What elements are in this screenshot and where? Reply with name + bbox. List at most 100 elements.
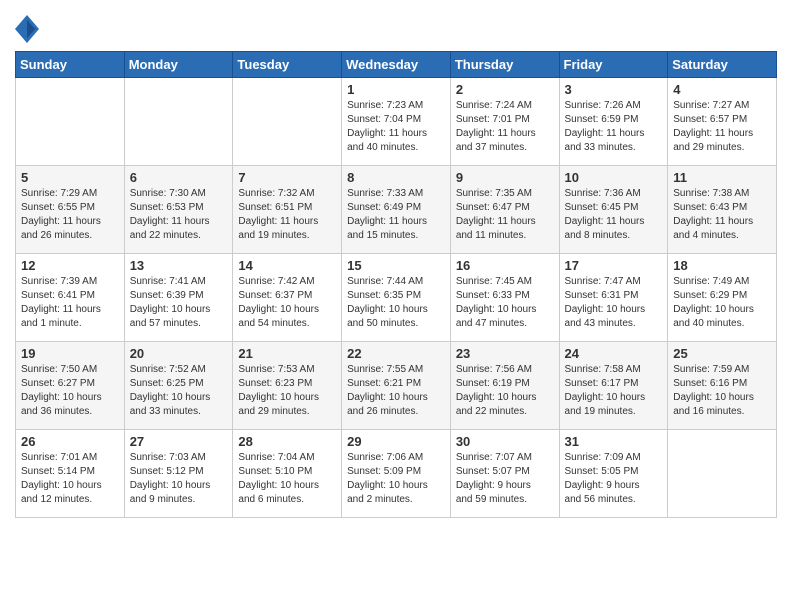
day-info: Sunrise: 7:04 AM Sunset: 5:10 PM Dayligh… [238,451,336,507]
day-number: 1 [347,82,445,97]
day-info: Sunrise: 7:47 AM Sunset: 6:31 PM Dayligh… [565,275,663,331]
day-info: Sunrise: 7:53 AM Sunset: 6:23 PM Dayligh… [238,363,336,419]
calendar-cell: 17 Sunrise: 7:47 AM Sunset: 6:31 PM Dayli… [559,254,668,342]
day-number: 16 [456,258,554,273]
calendar-cell: 24Sunrise: 7:58 AM Sunset: 6:17 PM Dayli… [559,342,668,430]
calendar-cell: 27Sunrise: 7:03 AM Sunset: 5:12 PM Dayli… [124,430,233,518]
day-number: 26 [21,434,119,449]
page: SundayMondayTuesdayWednesdayThursdayFrid… [0,0,792,612]
day-number: 22 [347,346,445,361]
day-number: 10 [565,170,663,185]
calendar-cell: 18 Sunrise: 7:49 AM Sunset: 6:29 PM Dayli… [668,254,777,342]
calendar-cell: 7 Sunrise: 7:32 AM Sunset: 6:51 PM Daylig… [233,166,342,254]
calendar-cell [233,78,342,166]
calendar-cell: 9 Sunrise: 7:35 AM Sunset: 6:47 PM Daylig… [450,166,559,254]
day-number: 15 [347,258,445,273]
calendar-cell: 29 Sunrise: 7:06 AM Sunset: 5:09 PM Dayli… [342,430,451,518]
calendar-cell: 20 Sunrise: 7:52 AM Sunset: 6:25 PM Dayli… [124,342,233,430]
week-row-2: 5 Sunrise: 7:29 AM Sunset: 6:55 PM Daylig… [16,166,777,254]
day-number: 18 [673,258,771,273]
calendar-cell: 12 Sunrise: 7:39 AM Sunset: 6:41 PM Dayli… [16,254,125,342]
calendar-table: SundayMondayTuesdayWednesdayThursdayFrid… [15,51,777,518]
day-number: 29 [347,434,445,449]
day-info: Sunrise: 7:36 AM Sunset: 6:45 PM Dayligh… [565,187,663,243]
day-number: 5 [21,170,119,185]
day-number: 25 [673,346,771,361]
day-info: Sunrise: 7:42 AM Sunset: 6:37 PM Dayligh… [238,275,336,331]
calendar-cell [668,430,777,518]
day-info: Sunrise: 7:06 AM Sunset: 5:09 PM Dayligh… [347,451,445,507]
calendar-cell: 1 Sunrise: 7:23 AM Sunset: 7:04 PM Daylig… [342,78,451,166]
day-info: Sunrise: 7:49 AM Sunset: 6:29 PM Dayligh… [673,275,771,331]
day-info: Sunrise: 7:55 AM Sunset: 6:21 PM Dayligh… [347,363,445,419]
day-number: 6 [130,170,228,185]
calendar-cell: 13 Sunrise: 7:41 AM Sunset: 6:39 PM Dayli… [124,254,233,342]
day-info: Sunrise: 7:01 AM Sunset: 5:14 PM Dayligh… [21,451,119,507]
day-info: Sunrise: 7:07 AM Sunset: 5:07 PM Dayligh… [456,451,554,507]
day-info: Sunrise: 7:24 AM Sunset: 7:01 PM Dayligh… [456,99,554,155]
week-row-4: 19Sunrise: 7:50 AM Sunset: 6:27 PM Dayli… [16,342,777,430]
logo-icon [15,15,39,43]
day-number: 7 [238,170,336,185]
weekday-header-wednesday: Wednesday [342,52,451,78]
day-number: 9 [456,170,554,185]
day-info: Sunrise: 7:52 AM Sunset: 6:25 PM Dayligh… [130,363,228,419]
day-number: 14 [238,258,336,273]
day-info: Sunrise: 7:09 AM Sunset: 5:05 PM Dayligh… [565,451,663,507]
calendar-cell: 25Sunrise: 7:59 AM Sunset: 6:16 PM Dayli… [668,342,777,430]
day-number: 2 [456,82,554,97]
day-number: 21 [238,346,336,361]
header [15,10,777,43]
calendar-cell [16,78,125,166]
calendar-cell: 16 Sunrise: 7:45 AM Sunset: 6:33 PM Dayli… [450,254,559,342]
day-number: 30 [456,434,554,449]
weekday-header-monday: Monday [124,52,233,78]
day-info: Sunrise: 7:29 AM Sunset: 6:55 PM Dayligh… [21,187,119,243]
week-row-5: 26 Sunrise: 7:01 AM Sunset: 5:14 PM Dayli… [16,430,777,518]
day-info: Sunrise: 7:33 AM Sunset: 6:49 PM Dayligh… [347,187,445,243]
weekday-header-sunday: Sunday [16,52,125,78]
day-number: 8 [347,170,445,185]
day-number: 31 [565,434,663,449]
day-info: Sunrise: 7:32 AM Sunset: 6:51 PM Dayligh… [238,187,336,243]
calendar-cell: 8 Sunrise: 7:33 AM Sunset: 6:49 PM Daylig… [342,166,451,254]
day-info: Sunrise: 7:45 AM Sunset: 6:33 PM Dayligh… [456,275,554,331]
day-number: 12 [21,258,119,273]
calendar-cell: 28Sunrise: 7:04 AM Sunset: 5:10 PM Dayli… [233,430,342,518]
day-number: 13 [130,258,228,273]
day-number: 23 [456,346,554,361]
calendar-cell: 5 Sunrise: 7:29 AM Sunset: 6:55 PM Daylig… [16,166,125,254]
day-number: 20 [130,346,228,361]
day-info: Sunrise: 7:41 AM Sunset: 6:39 PM Dayligh… [130,275,228,331]
day-info: Sunrise: 7:35 AM Sunset: 6:47 PM Dayligh… [456,187,554,243]
calendar-cell: 11Sunrise: 7:38 AM Sunset: 6:43 PM Dayli… [668,166,777,254]
calendar-cell: 19Sunrise: 7:50 AM Sunset: 6:27 PM Dayli… [16,342,125,430]
calendar-cell: 6 Sunrise: 7:30 AM Sunset: 6:53 PM Daylig… [124,166,233,254]
day-info: Sunrise: 7:58 AM Sunset: 6:17 PM Dayligh… [565,363,663,419]
week-row-1: 1 Sunrise: 7:23 AM Sunset: 7:04 PM Daylig… [16,78,777,166]
day-info: Sunrise: 7:23 AM Sunset: 7:04 PM Dayligh… [347,99,445,155]
weekday-header-tuesday: Tuesday [233,52,342,78]
calendar-cell: 22 Sunrise: 7:55 AM Sunset: 6:21 PM Dayli… [342,342,451,430]
day-info: Sunrise: 7:26 AM Sunset: 6:59 PM Dayligh… [565,99,663,155]
calendar-cell: 21 Sunrise: 7:53 AM Sunset: 6:23 PM Dayli… [233,342,342,430]
day-info: Sunrise: 7:27 AM Sunset: 6:57 PM Dayligh… [673,99,771,155]
day-info: Sunrise: 7:39 AM Sunset: 6:41 PM Dayligh… [21,275,119,331]
calendar-cell: 3 Sunrise: 7:26 AM Sunset: 6:59 PM Daylig… [559,78,668,166]
day-number: 11 [673,170,771,185]
calendar-cell: 10 Sunrise: 7:36 AM Sunset: 6:45 PM Dayli… [559,166,668,254]
day-number: 19 [21,346,119,361]
calendar-cell: 2 Sunrise: 7:24 AM Sunset: 7:01 PM Daylig… [450,78,559,166]
logo [15,15,43,43]
day-info: Sunrise: 7:56 AM Sunset: 6:19 PM Dayligh… [456,363,554,419]
weekday-header-friday: Friday [559,52,668,78]
day-info: Sunrise: 7:30 AM Sunset: 6:53 PM Dayligh… [130,187,228,243]
day-number: 3 [565,82,663,97]
weekday-header-row: SundayMondayTuesdayWednesdayThursdayFrid… [16,52,777,78]
day-number: 4 [673,82,771,97]
weekday-header-thursday: Thursday [450,52,559,78]
calendar-cell: 14 Sunrise: 7:42 AM Sunset: 6:37 PM Dayli… [233,254,342,342]
day-number: 17 [565,258,663,273]
day-info: Sunrise: 7:03 AM Sunset: 5:12 PM Dayligh… [130,451,228,507]
calendar-cell: 26 Sunrise: 7:01 AM Sunset: 5:14 PM Dayli… [16,430,125,518]
